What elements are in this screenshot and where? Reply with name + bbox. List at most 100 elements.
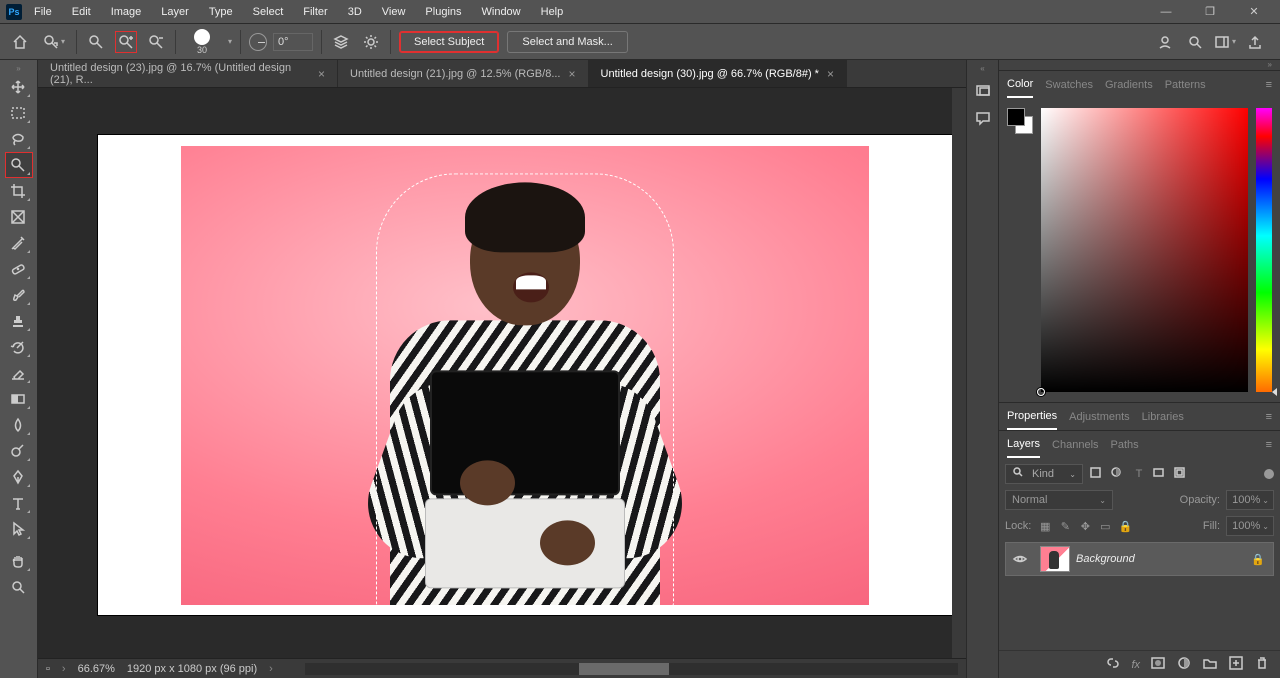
lock-artboard-icon[interactable]: ▭	[1097, 520, 1113, 533]
crop-tool[interactable]	[5, 178, 33, 204]
menu-plugins[interactable]: Plugins	[417, 3, 469, 21]
foreground-color-swatch[interactable]	[1007, 108, 1025, 126]
frame-tool[interactable]	[5, 204, 33, 230]
tab-properties[interactable]: Properties	[1007, 404, 1057, 430]
menu-filter[interactable]: Filter	[295, 3, 335, 21]
move-tool[interactable]	[5, 74, 33, 100]
menu-help[interactable]: Help	[533, 3, 572, 21]
menu-image[interactable]: Image	[103, 3, 150, 21]
document-tab[interactable]: Untitled design (21).jpg @ 12.5% (RGB/8.…	[338, 60, 589, 87]
document-tab-close[interactable]: ×	[318, 67, 325, 81]
status-chevron[interactable]: ›	[269, 663, 273, 675]
link-layers-button[interactable]	[1105, 655, 1121, 674]
panel-collapse-grip[interactable]: »	[999, 60, 1280, 70]
document-tab[interactable]: Untitled design (30).jpg @ 66.7% (RGB/8#…	[589, 60, 847, 87]
share-button[interactable]	[1244, 31, 1266, 53]
subtract-from-selection-button[interactable]	[145, 31, 167, 53]
clone-stamp-tool[interactable]	[5, 308, 33, 334]
brush-tool[interactable]	[5, 282, 33, 308]
layers-panel-menu[interactable]: ≡	[1266, 439, 1272, 451]
brush-dropdown-caret[interactable]: ▾	[228, 37, 232, 46]
document-tab-close[interactable]: ×	[569, 67, 576, 81]
menu-file[interactable]: File	[26, 3, 60, 21]
tab-patterns[interactable]: Patterns	[1165, 73, 1206, 97]
window-restore[interactable]: ❐	[1190, 2, 1230, 21]
properties-panel-menu[interactable]: ≡	[1266, 411, 1272, 423]
menu-layer[interactable]: Layer	[153, 3, 197, 21]
filter-shape-icon[interactable]	[1152, 466, 1168, 482]
color-field-cursor[interactable]	[1037, 388, 1045, 396]
type-tool[interactable]	[5, 490, 33, 516]
group-layers-button[interactable]	[1202, 655, 1218, 674]
brush-angle-input[interactable]	[273, 33, 313, 51]
tab-channels[interactable]: Channels	[1052, 433, 1098, 457]
filter-adjustment-icon[interactable]	[1110, 466, 1126, 482]
dodge-tool[interactable]	[5, 438, 33, 464]
layer-visibility-toggle[interactable]	[1006, 551, 1034, 567]
enhance-edge-toggle[interactable]	[360, 31, 382, 53]
lock-all-icon[interactable]: 🔒	[1117, 520, 1133, 533]
layer-thumbnail[interactable]	[1040, 546, 1070, 572]
lasso-tool[interactable]	[5, 126, 33, 152]
adjustment-layer-button[interactable]	[1176, 655, 1192, 674]
panel-expand-grip[interactable]: «	[980, 64, 984, 73]
vertical-scrollbar[interactable]	[952, 88, 966, 658]
select-subject-button[interactable]: Select Subject	[399, 31, 499, 53]
history-brush-tool[interactable]	[5, 334, 33, 360]
document-dimensions[interactable]: 1920 px x 1080 px (96 ppi)	[127, 663, 257, 675]
sample-all-layers-toggle[interactable]	[330, 31, 352, 53]
filter-type-icon[interactable]: T	[1131, 466, 1147, 482]
window-minimize[interactable]: —	[1146, 3, 1186, 21]
menu-type[interactable]: Type	[201, 3, 241, 21]
canvas[interactable]	[98, 135, 952, 615]
menu-select[interactable]: Select	[245, 3, 292, 21]
horizontal-scrollbar-thumb[interactable]	[579, 663, 669, 675]
tool-preset-picker[interactable]: ▾	[40, 31, 68, 53]
quick-selection-tool[interactable]	[5, 152, 33, 178]
window-close[interactable]: ✕	[1234, 2, 1274, 21]
menu-window[interactable]: Window	[474, 3, 529, 21]
status-chevron[interactable]: ›	[62, 663, 66, 675]
canvas-scroll-area[interactable]	[38, 88, 952, 658]
color-field[interactable]	[1041, 108, 1248, 392]
zoom-level[interactable]: 66.67%	[78, 663, 115, 675]
filter-toggle-switch[interactable]	[1264, 469, 1274, 479]
filter-smart-icon[interactable]	[1173, 466, 1189, 482]
pen-tool[interactable]	[5, 464, 33, 490]
brush-size-picker[interactable]: 30	[184, 29, 220, 55]
document-tab-close[interactable]: ×	[827, 67, 834, 81]
workspace-switcher[interactable]: ▾	[1214, 31, 1236, 53]
menu-view[interactable]: View	[374, 3, 414, 21]
tab-gradients[interactable]: Gradients	[1105, 73, 1153, 97]
eraser-tool[interactable]	[5, 360, 33, 386]
lock-pixels-icon[interactable]: ✎	[1057, 520, 1073, 533]
marquee-tool[interactable]	[5, 100, 33, 126]
path-selection-tool[interactable]	[5, 516, 33, 542]
tab-adjustments[interactable]: Adjustments	[1069, 405, 1130, 429]
document-tab[interactable]: Untitled design (23).jpg @ 16.7% (Untitl…	[38, 60, 338, 87]
layer-effects-button[interactable]: fx	[1131, 659, 1140, 671]
healing-brush-tool[interactable]	[5, 256, 33, 282]
tab-color[interactable]: Color	[1007, 72, 1033, 98]
blend-mode-select[interactable]: Normal⌄	[1005, 490, 1113, 510]
blur-tool[interactable]	[5, 412, 33, 438]
hue-slider[interactable]	[1256, 108, 1272, 392]
layer-name[interactable]: Background	[1076, 553, 1135, 565]
menu-3d[interactable]: 3D	[340, 3, 370, 21]
menu-edit[interactable]: Edit	[64, 3, 99, 21]
zoom-tool[interactable]	[5, 574, 33, 600]
hue-slider-thumb[interactable]	[1272, 388, 1277, 396]
history-panel-icon[interactable]	[972, 79, 994, 101]
layer-mask-button[interactable]	[1150, 655, 1166, 674]
filter-pixel-icon[interactable]	[1089, 466, 1105, 482]
toolbox-collapse-grip[interactable]: »	[0, 64, 37, 74]
opacity-input[interactable]: 100%⌄	[1226, 490, 1274, 510]
new-layer-button[interactable]	[1228, 655, 1244, 674]
comments-panel-icon[interactable]	[972, 107, 994, 129]
select-and-mask-button[interactable]: Select and Mask...	[507, 31, 628, 53]
fill-input[interactable]: 100%⌄	[1226, 516, 1274, 536]
tab-libraries[interactable]: Libraries	[1142, 405, 1184, 429]
lock-transparency-icon[interactable]: ▦	[1037, 520, 1053, 533]
tab-paths[interactable]: Paths	[1111, 433, 1139, 457]
new-selection-button[interactable]	[85, 31, 107, 53]
